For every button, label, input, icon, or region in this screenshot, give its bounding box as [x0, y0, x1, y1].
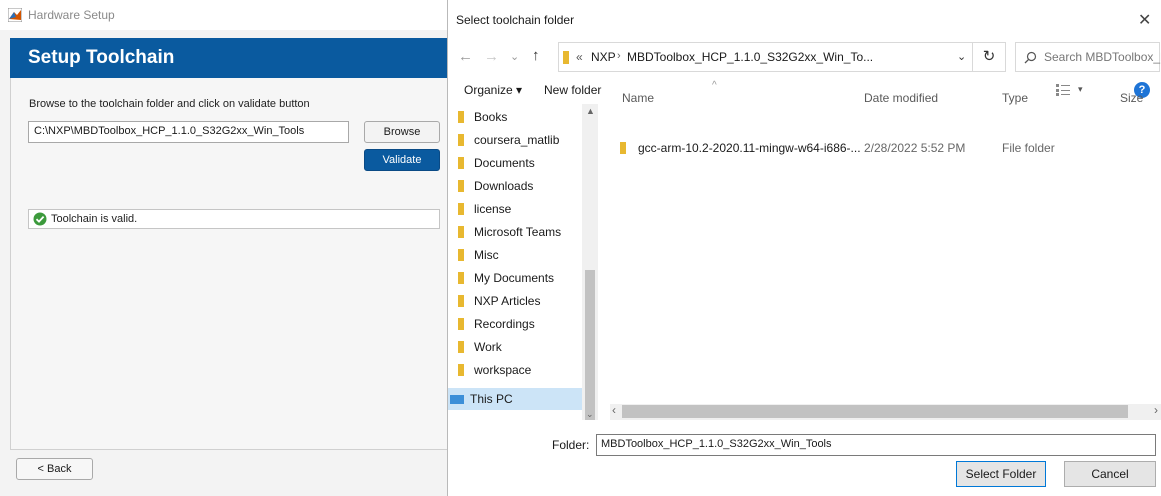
tree-item-coursera-matlib[interactable]: coursera_matlib [458, 129, 559, 151]
folder-icon [458, 295, 464, 307]
folder-icon [458, 111, 464, 123]
window-title: Hardware Setup [28, 8, 115, 22]
folder-icon [563, 51, 569, 64]
folder-icon [458, 249, 464, 261]
file-list-scrollbar-thumb[interactable] [622, 405, 1128, 418]
browse-button[interactable]: Browse [364, 121, 440, 143]
folder-name-input[interactable]: MBDToolbox_HCP_1.1.0_S32G2xx_Win_Tools [596, 434, 1156, 456]
column-header-name[interactable]: Name [622, 91, 654, 105]
file-type: File folder [1002, 141, 1055, 155]
scroll-up-icon[interactable]: ▲ [586, 106, 595, 116]
tree-item-label: Work [474, 340, 502, 354]
breadcrumb-overflow[interactable]: « [576, 50, 583, 64]
folder-icon [458, 134, 464, 146]
folder-icon [458, 272, 464, 284]
tree-item-label: Recordings [474, 317, 535, 331]
folder-icon [458, 226, 464, 238]
tree-item-books[interactable]: Books [458, 106, 507, 128]
dialog-titlebar: Select toolchain folder [448, 0, 1161, 34]
tree-item-documents[interactable]: Documents [458, 152, 535, 174]
select-folder-button[interactable]: Select Folder [956, 461, 1046, 487]
select-folder-dialog: Select toolchain folder ✕ ← → ⌄ ↑ « NXP … [447, 0, 1161, 496]
breadcrumb-current[interactable]: MBDToolbox_HCP_1.1.0_S32G2xx_Win_To... [627, 50, 873, 64]
page-title: Setup Toolchain [28, 47, 175, 68]
tree-item-label: Documents [474, 156, 535, 170]
scroll-right-icon[interactable]: › [1154, 403, 1158, 417]
dialog-title: Select toolchain folder [456, 13, 575, 27]
folder-icon [458, 318, 464, 330]
forward-arrow-icon[interactable]: → [484, 48, 499, 65]
tree-item-this-pc[interactable]: This PC [448, 388, 584, 410]
folder-icon [458, 364, 464, 376]
new-folder-button[interactable]: New folder [544, 83, 601, 97]
computer-icon [450, 395, 464, 404]
tree-item-label: My Documents [474, 271, 555, 285]
status-text: Toolchain is valid. [51, 213, 138, 225]
dialog-toolbar: Organize ▾ New folder ▾ ? [448, 76, 1161, 104]
column-header-date-modified[interactable]: Date modified [864, 91, 938, 105]
tree-item-nxp-articles[interactable]: NXP Articles [458, 290, 540, 312]
status-box: Toolchain is valid. [28, 209, 440, 229]
tree-item-my-documents[interactable]: My Documents [458, 267, 554, 289]
back-button[interactable]: < Back [16, 458, 93, 480]
hardware-setup-titlebar: Hardware Setup [0, 0, 450, 30]
chevron-right-icon: › [617, 50, 621, 62]
refresh-icon[interactable]: ↻ [973, 42, 1006, 72]
file-name: gcc-arm-10.2-2020.11-mingw-w64-i686-... [638, 141, 861, 155]
tree-item-workspace[interactable]: workspace [458, 359, 531, 381]
tree-item-label: This PC [470, 392, 513, 406]
tree-item-work[interactable]: Work [458, 336, 502, 358]
view-options-icon[interactable] [1056, 84, 1070, 96]
tree-item-downloads[interactable]: Downloads [458, 175, 533, 197]
instruction-text: Browse to the toolchain folder and click… [29, 98, 310, 110]
hardware-setup-window: Hardware Setup Setup Toolchain Browse to… [0, 0, 450, 496]
file-date: 2/28/2022 5:52 PM [864, 141, 966, 155]
up-arrow-icon[interactable]: ↑ [532, 47, 540, 64]
tree-item-label: workspace [474, 363, 532, 377]
tree-item-label: license [474, 202, 512, 216]
cancel-button[interactable]: Cancel [1064, 461, 1156, 487]
folder-icon [458, 341, 464, 353]
column-header-size[interactable]: Size [1120, 91, 1143, 105]
tree-item-label: Books [474, 110, 508, 124]
breadcrumb-nxp[interactable]: NXP [591, 50, 616, 64]
validate-button[interactable]: Validate [364, 149, 440, 171]
tree-item-microsoft-teams[interactable]: Microsoft Teams [458, 221, 561, 243]
page-banner: Setup Toolchain [10, 38, 450, 78]
tree-item-recordings[interactable]: Recordings [458, 313, 535, 335]
scroll-left-icon[interactable]: ‹ [612, 403, 616, 417]
address-bar[interactable]: « NXP › MBDToolbox_HCP_1.1.0_S32G2xx_Win… [558, 42, 973, 72]
tree-item-label: NXP Articles [474, 294, 541, 308]
tree-item-label: coursera_matlib [474, 133, 560, 147]
back-arrow-icon[interactable]: ← [458, 48, 473, 65]
tree-item-misc[interactable]: Misc [458, 244, 499, 266]
search-icon [1024, 51, 1037, 64]
tree-item-label: Microsoft Teams [474, 225, 562, 239]
view-dropdown-icon[interactable]: ▾ [1078, 84, 1083, 95]
tree-item-label: Downloads [474, 179, 534, 193]
scroll-down-icon[interactable]: ⌄ [586, 409, 594, 420]
chevron-down-icon[interactable]: ⌄ [510, 50, 519, 63]
navigation-tree: Books coursera_matlib Documents Download… [448, 104, 596, 420]
close-icon[interactable]: ✕ [1138, 10, 1151, 30]
folder-icon [458, 157, 464, 169]
toolchain-path-input[interactable]: C:\NXP\MBDToolbox_HCP_1.1.0_S32G2xx_Win_… [28, 121, 349, 143]
check-circle-icon [33, 212, 47, 226]
search-input[interactable]: Search MBDToolbox_HCP_1.... [1044, 50, 1161, 64]
folder-icon [458, 180, 464, 192]
folder-icon [458, 203, 464, 215]
tree-item-label: Misc [474, 248, 499, 262]
tree-item-license[interactable]: license [458, 198, 511, 220]
matlab-logo-icon [8, 8, 22, 22]
column-header-type[interactable]: Type [1002, 91, 1028, 105]
folder-label: Folder: [552, 438, 590, 452]
address-dropdown-icon[interactable]: ⌄ [957, 50, 966, 63]
search-box[interactable]: Search MBDToolbox_HCP_1.... [1015, 42, 1161, 72]
organize-menu[interactable]: Organize ▾ [464, 83, 522, 97]
tree-scrollbar-thumb[interactable] [585, 270, 595, 420]
sort-indicator-icon: ^ [712, 80, 717, 91]
folder-icon [620, 142, 626, 154]
file-row[interactable]: gcc-arm-10.2-2020.11-mingw-w64-i686-... … [616, 137, 1161, 159]
